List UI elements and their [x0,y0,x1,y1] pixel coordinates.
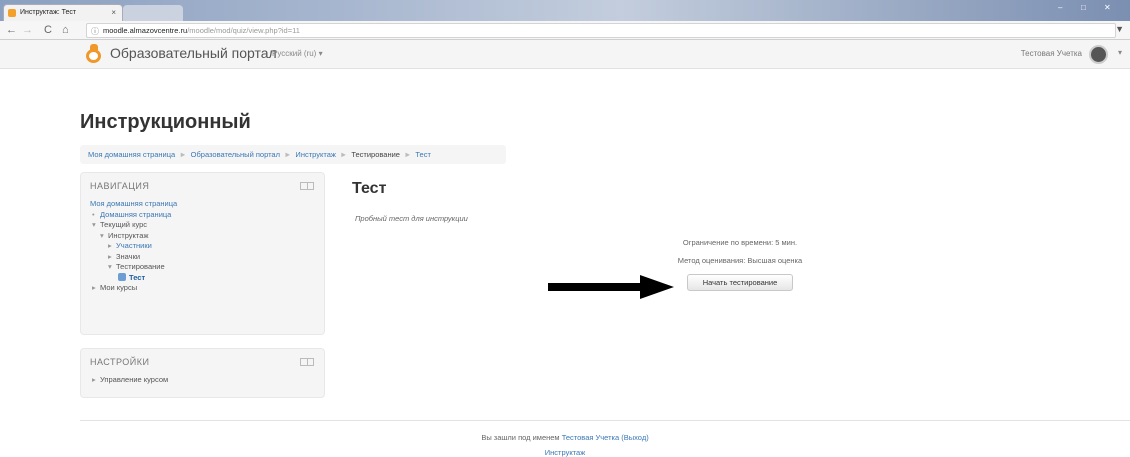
maximize-icon[interactable]: □ [1081,3,1086,12]
reload-icon[interactable]: C [44,23,52,37]
footer-user-link[interactable]: Тестовая Учетка [562,433,619,442]
footer-course-link[interactable]: Инструктаж [0,448,1130,457]
breadcrumb-item-portal[interactable]: Образовательный портал [191,150,280,159]
navigation-tree: Моя домашняя страница • Домашняя страница… [90,199,177,294]
browser-menu-icon[interactable]: ▼ [1115,24,1124,34]
logout-link[interactable]: (Выход) [621,433,648,442]
collapsed-icon[interactable]: ▸ [92,283,100,294]
language-menu[interactable]: Русский (ru) ▾ [272,49,323,58]
user-name[interactable]: Тестовая Учетка [1021,49,1082,58]
site-brand[interactable]: Образовательный портал [110,45,277,61]
portal-logo-icon[interactable] [84,44,104,64]
breadcrumb-item-test[interactable]: Тест [415,150,431,159]
settings-block: НАСТРОЙКИ ▸ Управление курсом [80,348,325,398]
browser-tab[interactable]: Инструктаж: Тест × [3,4,123,21]
settings-block-title: НАСТРОЙКИ [90,357,150,367]
tab-close-icon[interactable]: × [111,5,116,21]
nav-item-home[interactable]: Домашняя страница [100,210,171,219]
expanded-icon[interactable]: ▾ [108,262,116,273]
block-dock-icon[interactable] [300,182,314,190]
bullet-icon: • [92,209,95,219]
back-icon[interactable]: ← [6,23,17,37]
expanded-icon[interactable]: ▾ [100,231,108,242]
nav-item-my-home[interactable]: Моя домашняя страница [90,199,177,208]
navigation-block: НАВИГАЦИЯ Моя домашняя страница • Домашня… [80,172,325,335]
block-dock-icon[interactable] [300,358,314,366]
nav-item-badges[interactable]: Значки [116,252,140,261]
collapsed-icon[interactable]: ▸ [108,252,116,263]
avatar[interactable] [1089,45,1108,64]
minimize-icon[interactable]: – [1058,3,1062,12]
window-close-icon[interactable]: ✕ [1104,3,1111,12]
breadcrumb-separator-icon: ► [403,150,412,159]
address-toolbar: ← → C ⌂ ⓘ moodle.almazovcentre.ru/moodle… [0,21,1130,40]
nav-item-my-courses[interactable]: Мои курсы [100,283,137,292]
settings-tree: ▸ Управление курсом [90,375,168,386]
nav-item-participants[interactable]: Участники [116,241,152,250]
expanded-icon[interactable]: ▾ [92,220,100,231]
nav-item-test[interactable]: Тест [129,273,145,282]
time-limit: Ограничение по времени: 5 мин. [682,238,798,247]
nav-item-testing[interactable]: Тестирование [116,262,165,271]
footer-divider [80,420,1130,421]
breadcrumb-separator-icon: ► [339,150,348,159]
start-attempt-button[interactable]: Начать тестирование [687,274,793,291]
quiz-icon [118,272,126,281]
breadcrumb-separator-icon: ► [283,150,292,159]
breadcrumb-item-section: Тестирование [351,150,400,159]
quiz-title: Тест [352,180,387,197]
nav-item-course[interactable]: Инструктаж [108,231,148,240]
settings-item-course-admin[interactable]: Управление курсом [100,375,168,384]
info-icon[interactable]: ⓘ [91,25,99,38]
quiz-intro: Пробный тест для инструкции [355,214,468,223]
new-tab-button[interactable] [123,5,183,21]
favicon-icon [8,9,16,17]
breadcrumb-separator-icon: ► [179,150,187,159]
login-info-prefix: Вы зашли под именем [481,433,560,442]
login-info: Вы зашли под именем Тестовая Учетка (Вых… [0,433,1130,442]
forward-icon[interactable]: → [22,23,33,37]
breadcrumb: Моя домашняя страница ► Образовательный по… [80,145,506,164]
home-icon[interactable]: ⌂ [62,23,69,37]
nav-item-current-course[interactable]: Текущий курс [100,220,147,229]
url-field[interactable]: ⓘ moodle.almazovcentre.ru/moodle/mod/qui… [86,23,1116,38]
page-title: Инструкционный [80,111,251,133]
user-menu-caret-icon[interactable]: ▾ [1118,48,1122,57]
tab-title: Инструктаж: Тест [20,9,77,16]
collapsed-icon[interactable]: ▸ [108,241,116,252]
navigation-block-title: НАВИГАЦИЯ [90,181,150,191]
browser-tab-bar: Инструктаж: Тест × – □ ✕ [0,0,1130,21]
breadcrumb-item-home[interactable]: Моя домашняя страница [88,150,175,159]
url-path: /moodle/mod/quiz/view.php?id=11 [187,26,300,35]
breadcrumb-item-course[interactable]: Инструктаж [295,150,335,159]
url-host: moodle.almazovcentre.ru [103,26,188,35]
collapsed-icon[interactable]: ▸ [92,375,100,386]
grading-method: Метод оценивания: Высшая оценка [677,256,803,265]
arrow-right-icon [548,275,674,299]
site-navbar: Образовательный портал Русский (ru) ▾ Те… [0,40,1130,69]
